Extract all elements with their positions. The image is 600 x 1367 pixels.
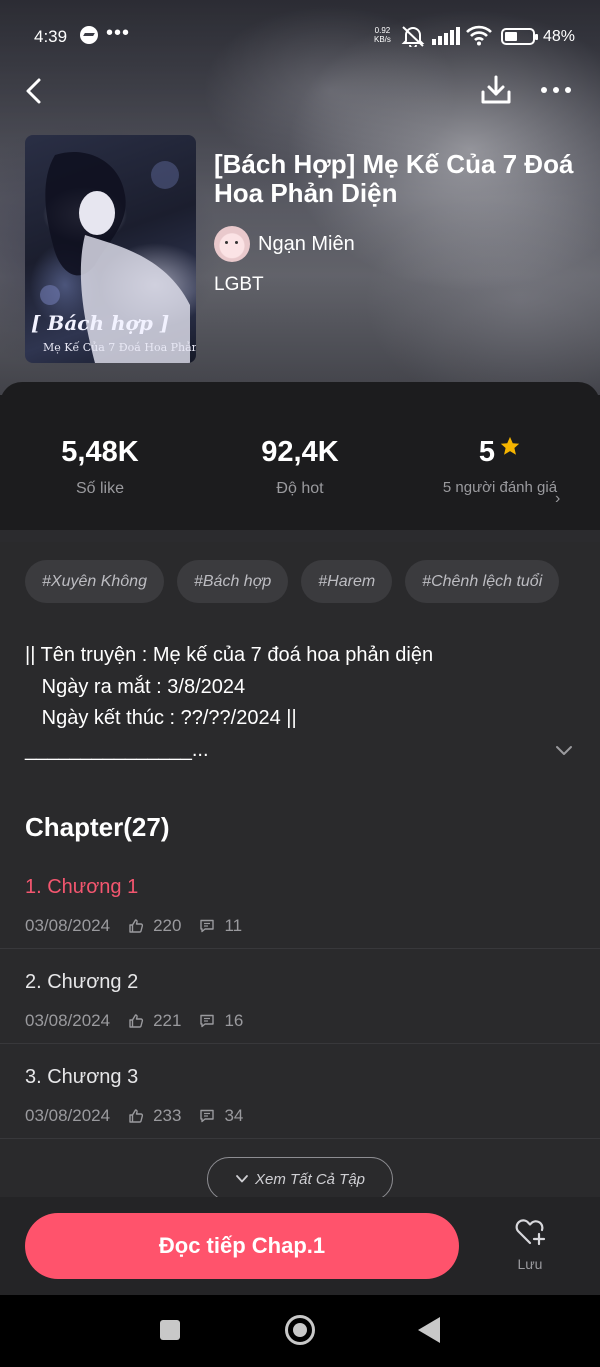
chevron-right-icon: › xyxy=(555,490,561,507)
description-line: Ngày kết thúc : ??/??/2024 || xyxy=(25,707,297,729)
stats-card: 5,48K Số like 92,4K Độ hot 5 5 người đán… xyxy=(0,382,600,530)
heart-plus-icon xyxy=(515,1219,546,1246)
hot-value: 92,4K xyxy=(261,436,339,468)
rating-label: 5 người đánh giá xyxy=(442,479,558,496)
battery-icon xyxy=(501,28,538,45)
chapter-date: 03/08/2024 xyxy=(25,1011,111,1030)
book-title: [Bách Hợp] Mẹ Kế Của 7 Đoá Hoa Phản Diện xyxy=(214,149,574,208)
stat-rating[interactable]: 5 5 người đánh giá xyxy=(440,434,560,497)
system-navigation-bar xyxy=(0,1295,600,1367)
recent-apps-button[interactable] xyxy=(160,1320,180,1340)
rating-value: 5 xyxy=(478,436,496,468)
chapter-comments: 11 xyxy=(224,916,243,935)
expand-description-icon[interactable] xyxy=(553,739,575,761)
likes-value: 5,48K xyxy=(61,436,139,468)
chapter-title: 3. Chương 3 xyxy=(25,1066,139,1088)
comment-icon xyxy=(200,919,215,933)
author-link[interactable]: Ngạn Miên xyxy=(214,226,355,262)
status-bar: 4:39 ••• 0.92 KB/s 48% xyxy=(0,0,600,72)
chapter-title: 2. Chương 2 xyxy=(25,971,139,993)
save-button[interactable]: Lưu xyxy=(500,1217,560,1272)
cover-title-tag: [ Bách hợp ] xyxy=(31,311,170,335)
view-all-chapters-button[interactable]: Xem Tất Cả Tập xyxy=(207,1157,393,1201)
status-more-dots: ••• xyxy=(106,22,131,44)
chapter-item[interactable]: 1. Chương 1 03/08/2024 220 11 xyxy=(0,854,600,949)
thumbs-up-icon xyxy=(129,1014,144,1028)
author-name: Ngạn Miên xyxy=(258,232,355,255)
net-speed-value: 0.92 xyxy=(374,26,391,35)
system-back-button[interactable] xyxy=(418,1317,440,1343)
net-speed: 0.92 KB/s xyxy=(374,26,391,44)
status-time: 4:39 xyxy=(34,27,68,46)
author-avatar xyxy=(214,226,250,262)
save-label: Lưu xyxy=(517,1256,543,1272)
chapter-likes: 233 xyxy=(153,1106,182,1125)
battery-level: 48% xyxy=(543,28,576,45)
messenger-icon xyxy=(80,26,98,44)
tag-chip[interactable]: #Xuyên Không xyxy=(25,560,164,603)
wifi-icon xyxy=(466,25,492,46)
continue-reading-button[interactable]: Đọc tiếp Chap.1 xyxy=(25,1213,459,1279)
description-line: _______________... xyxy=(25,738,209,761)
tag-chip[interactable]: #Harem xyxy=(301,560,393,603)
thumbs-up-icon xyxy=(129,1109,144,1123)
book-detail-content: #Xuyên Không #Bách hợp #Harem #Chênh lệc… xyxy=(0,542,600,1201)
chapter-item[interactable]: 2. Chương 2 03/08/2024 221 16 xyxy=(0,949,600,1044)
chapter-title: 1. Chương 1 xyxy=(25,876,139,898)
bottom-action-bar: Đọc tiếp Chap.1 Lưu xyxy=(0,1197,600,1295)
signal-icon xyxy=(432,27,460,45)
view-all-label: Xem Tất Cả Tập xyxy=(254,1170,366,1188)
comment-icon xyxy=(200,1014,215,1028)
download-button[interactable] xyxy=(478,72,514,108)
back-button[interactable] xyxy=(18,74,52,108)
comment-icon xyxy=(200,1109,215,1123)
description: || Tên truyện : Mẹ kế của 7 đoá hoa phản… xyxy=(25,640,565,766)
home-button[interactable] xyxy=(285,1315,315,1345)
thumbs-up-icon xyxy=(129,919,144,933)
chapter-meta: 03/08/2024 220 11 xyxy=(25,916,242,936)
chapter-comments: 34 xyxy=(224,1106,244,1125)
chapter-likes: 221 xyxy=(153,1011,182,1030)
more-options-button[interactable] xyxy=(538,76,574,104)
likes-label: Số like xyxy=(75,480,125,497)
chapter-heading: Chapter(27) xyxy=(25,812,170,842)
description-line: || Tên truyện : Mẹ kế của 7 đoá hoa phản… xyxy=(25,644,434,666)
chapter-date: 03/08/2024 xyxy=(25,916,111,935)
chapter-meta: 03/08/2024 233 34 xyxy=(25,1106,243,1126)
hot-label: Độ hot xyxy=(276,480,324,497)
star-icon xyxy=(500,436,520,455)
tag-chip[interactable]: #Chênh lệch tuổi xyxy=(405,560,560,603)
book-cover: [ Bách hợp ] Mẹ Kế Của 7 Đoá Hoa Phản Di… xyxy=(25,135,196,363)
chapter-item[interactable]: 3. Chương 3 03/08/2024 233 34 xyxy=(0,1044,600,1139)
section-divider xyxy=(0,530,600,542)
chapter-meta: 03/08/2024 221 16 xyxy=(25,1011,243,1031)
tag-list: #Xuyên Không #Bách hợp #Harem #Chênh lệc… xyxy=(25,560,560,603)
net-speed-unit: KB/s xyxy=(374,35,391,44)
chapter-date: 03/08/2024 xyxy=(25,1106,111,1125)
stat-hot: 92,4K Độ hot xyxy=(200,434,400,498)
bell-off-icon xyxy=(401,26,425,47)
chapter-comments: 16 xyxy=(224,1011,244,1030)
chapter-likes: 220 xyxy=(153,916,182,935)
description-line: Ngày ra mắt : 3/8/2024 xyxy=(25,675,246,698)
stat-likes: 5,48K Số like xyxy=(0,434,200,498)
tag-chip[interactable]: #Bách hợp xyxy=(176,560,289,603)
chevron-down-icon xyxy=(236,1175,248,1183)
genre-label: LGBT xyxy=(214,274,264,295)
cover-title-name: Mẹ Kế Của 7 Đoá Hoa Phản Diện xyxy=(43,341,196,354)
